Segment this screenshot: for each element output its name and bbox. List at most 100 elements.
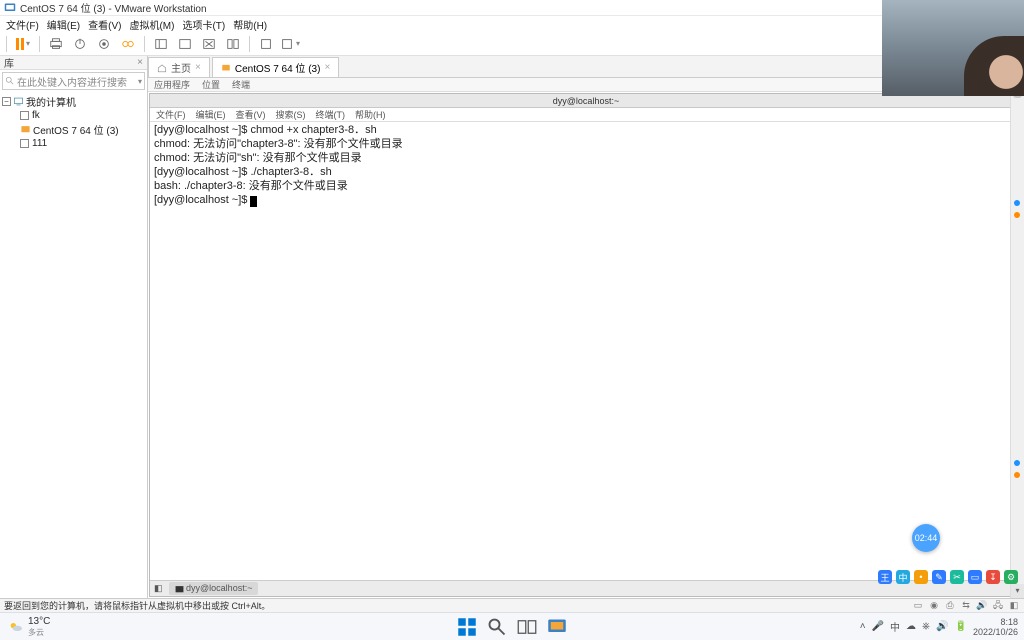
window-title: CentOS 7 64 位 (3) - VMware Workstation	[20, 0, 207, 15]
vmware-icon	[4, 2, 16, 14]
guest-menu-help[interactable]: 帮助(H)	[355, 108, 386, 121]
tray-wifi-icon[interactable]: ⎈	[922, 621, 930, 632]
gnome-apps[interactable]: 应用程序	[154, 78, 190, 91]
guest-menu-file[interactable]: 文件(F)	[156, 108, 186, 121]
guest-titlebar: dyy@localhost:~	[150, 94, 1022, 108]
checkbox-icon[interactable]	[20, 111, 29, 120]
taskbar-search-icon[interactable]	[487, 617, 507, 637]
terminal[interactable]: [dyy@localhost ~]$ chmod +x chapter3-8．s…	[150, 122, 1022, 580]
ime-icon[interactable]: ✂	[950, 570, 964, 584]
tray-chevron-icon[interactable]: ˄	[860, 621, 866, 632]
condition: 多云	[28, 627, 50, 638]
guest-task-terminal[interactable]: dyy@localhost:~	[169, 582, 259, 594]
extra-icon-1[interactable]	[256, 34, 276, 54]
tray-onedrive-icon[interactable]: ☁	[906, 621, 916, 632]
window-titlebar: CentOS 7 64 位 (3) - VMware Workstation	[0, 0, 1024, 16]
library-tree: − 我的计算机 fk CentOS 7 64 位 (3) 111	[0, 92, 147, 152]
ime-icon[interactable]: ⚙	[1004, 570, 1018, 584]
scroll-down-icon[interactable]: ▾	[1011, 584, 1024, 598]
snapshot-icon[interactable]	[94, 34, 114, 54]
checkbox-icon[interactable]	[20, 139, 29, 148]
vmware-statusbar: 要返回到您的计算机，请将鼠标指针从虚拟机中移出或按 Ctrl+Alt。 ▭ ◉ …	[0, 598, 1024, 612]
extra-icon-2[interactable]: ▾	[280, 34, 300, 54]
vm-area: 主页 × CentOS 7 64 位 (3) × 应用程序 位置 终端 dyy@…	[148, 56, 1024, 598]
view-unity-icon[interactable]	[223, 34, 243, 54]
print-icon[interactable]	[46, 34, 66, 54]
ime-icon[interactable]: ✎	[932, 570, 946, 584]
device-icon[interactable]: ◉	[928, 600, 940, 612]
edge-markers	[1012, 200, 1022, 218]
library-panel: 库 × 在此处键入内容进行搜索 ▾ − 我的计算机 fk CentOS 7 64…	[0, 56, 148, 598]
start-button[interactable]	[457, 617, 477, 637]
menu-file[interactable]: 文件(F)	[6, 17, 39, 32]
view-stretch-icon[interactable]	[199, 34, 219, 54]
guest-menu-view[interactable]: 查看(V)	[236, 108, 266, 121]
tree-root[interactable]: − 我的计算机	[2, 94, 145, 108]
view-single-icon[interactable]	[151, 34, 171, 54]
guest-show-apps-icon[interactable]: ◧	[154, 583, 163, 594]
scrollbar[interactable]: ▴ ▾	[1010, 56, 1024, 598]
guest-menu-terminal[interactable]: 终端(T)	[316, 108, 346, 121]
weather-icon	[8, 619, 24, 635]
tray-ime-icon[interactable]: 中	[890, 619, 900, 634]
guest-menu-search[interactable]: 搜索(S)	[276, 108, 306, 121]
tree-item-111[interactable]: 111	[2, 136, 145, 150]
menu-edit[interactable]: 编辑(E)	[47, 17, 80, 32]
menu-view[interactable]: 查看(V)	[88, 17, 121, 32]
tree-collapse-icon[interactable]: −	[2, 97, 11, 106]
ime-icon[interactable]: 王	[878, 570, 892, 584]
snapshot-manager-icon[interactable]	[118, 34, 138, 54]
terminal-icon	[175, 585, 184, 594]
tray-mic-icon[interactable]: 🎤	[872, 621, 884, 632]
floating-timer[interactable]: 02:44	[912, 524, 940, 552]
search-dropdown-icon[interactable]: ▾	[138, 77, 142, 86]
computer-icon	[13, 96, 24, 107]
taskbar-vmware-icon[interactable]	[547, 617, 567, 637]
webcam-overlay	[882, 0, 1024, 96]
device-icon[interactable]: ◧	[1008, 600, 1020, 612]
guest-menubar: 文件(F) 编辑(E) 查看(V) 搜索(S) 终端(T) 帮助(H)	[150, 108, 1022, 122]
windows-taskbar: 13°C 多云 ˄ 🎤 中 ☁ ⎈ 🔊 🔋 8:18 2022/10/26	[0, 612, 1024, 640]
menu-vm[interactable]: 虚拟机(M)	[129, 17, 174, 32]
library-close-icon[interactable]: ×	[137, 57, 143, 68]
tab-centos[interactable]: CentOS 7 64 位 (3) ×	[212, 57, 339, 77]
device-icon[interactable]: ⎙	[944, 600, 956, 612]
device-icon[interactable]: 🔊	[976, 600, 988, 612]
menu-tabs[interactable]: 选项卡(T)	[182, 17, 225, 32]
tab-close-icon[interactable]: ×	[195, 62, 201, 73]
menubar: 文件(F) 编辑(E) 查看(V) 虚拟机(M) 选项卡(T) 帮助(H)	[0, 16, 1024, 32]
temperature: 13°C	[28, 616, 50, 627]
ime-icon[interactable]: ↧	[986, 570, 1000, 584]
cursor-icon	[250, 196, 257, 207]
taskbar-center	[457, 617, 567, 637]
ime-icon[interactable]: 中	[896, 570, 910, 584]
tree-item-fk[interactable]: fk	[2, 108, 145, 122]
tab-close-icon[interactable]: ×	[324, 62, 330, 73]
tree-item-centos[interactable]: CentOS 7 64 位 (3)	[2, 122, 145, 136]
menu-help[interactable]: 帮助(H)	[233, 17, 267, 32]
search-icon	[5, 76, 15, 86]
status-text: 要返回到您的计算机，请将鼠标指针从虚拟机中移出或按 Ctrl+Alt。	[4, 599, 270, 612]
ime-icon[interactable]: •	[914, 570, 928, 584]
ime-icon[interactable]: ▭	[968, 570, 982, 584]
tray-volume-icon[interactable]: 🔊	[936, 621, 948, 632]
device-icon[interactable]: ▭	[912, 600, 924, 612]
tray-battery-icon[interactable]: 🔋	[955, 621, 967, 632]
tab-home[interactable]: 主页 ×	[148, 57, 210, 77]
power-icon[interactable]	[70, 34, 90, 54]
status-device-icons: ▭ ◉ ⎙ ⇆ 🔊 🖧 ◧	[912, 600, 1020, 612]
taskbar-weather[interactable]: 13°C 多云	[0, 616, 50, 638]
device-icon[interactable]: ⇆	[960, 600, 972, 612]
device-icon[interactable]: 🖧	[992, 600, 1004, 612]
pause-button[interactable]: ▾	[13, 34, 33, 54]
edge-markers	[1012, 460, 1022, 478]
guest-menu-edit[interactable]: 编辑(E)	[196, 108, 226, 121]
library-search[interactable]: 在此处键入内容进行搜索 ▾	[2, 72, 145, 90]
vm-tab-icon	[221, 63, 231, 73]
task-view-icon[interactable]	[517, 617, 537, 637]
library-header: 库 ×	[0, 56, 147, 70]
taskbar-clock[interactable]: 8:18 2022/10/26	[973, 617, 1018, 637]
gnome-terminal[interactable]: 终端	[232, 78, 250, 91]
view-fullscreen-icon[interactable]	[175, 34, 195, 54]
gnome-places[interactable]: 位置	[202, 78, 220, 91]
